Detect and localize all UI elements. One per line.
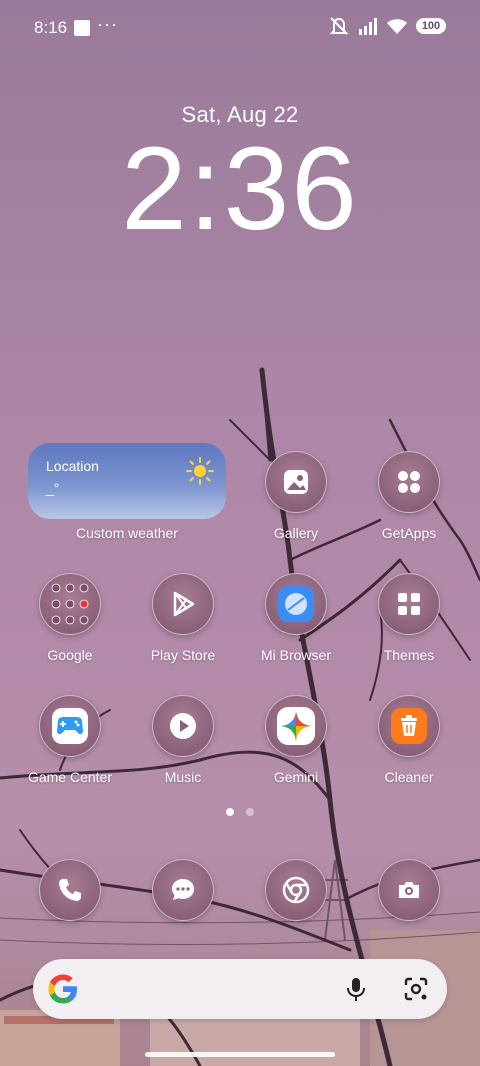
google-g-icon: [48, 974, 77, 1004]
app-gemini[interactable]: [265, 695, 327, 757]
chrome-icon: [282, 876, 310, 904]
app-gallery[interactable]: [265, 451, 327, 513]
dock-camera[interactable]: [378, 859, 440, 921]
folder-google[interactable]: [39, 573, 101, 635]
lock-clock[interactable]: 2:36: [0, 130, 480, 248]
lens-icon[interactable]: [403, 976, 429, 1002]
more-notifications-icon: ···: [97, 14, 118, 34]
app-label-gemini: Gemini: [273, 769, 319, 785]
notification-icon: [74, 20, 90, 36]
home-indicator[interactable]: [145, 1052, 335, 1057]
dock-messages[interactable]: [152, 859, 214, 921]
battery-icon: 100: [416, 18, 446, 34]
phone-icon: [59, 879, 81, 901]
dock-chrome[interactable]: [265, 859, 327, 921]
mi-browser-icon: [278, 586, 314, 622]
weather-temperature: _°: [46, 480, 60, 496]
weather-location: Location: [46, 458, 99, 474]
status-time: 8:16: [34, 18, 68, 37]
app-mi-browser[interactable]: [265, 573, 327, 635]
app-label-themes: Themes: [383, 647, 435, 663]
page-indicator: [0, 808, 480, 816]
google-search-bar[interactable]: [33, 959, 447, 1019]
app-game-center[interactable]: [39, 695, 101, 757]
app-label-google: Google: [47, 647, 93, 663]
gallery-icon: [284, 470, 308, 494]
music-play-icon: [170, 713, 196, 739]
app-label-music: Music: [164, 769, 202, 785]
mute-icon: [329, 17, 349, 35]
page-dot-2[interactable]: [246, 808, 254, 816]
getapps-icon: [398, 471, 420, 493]
wifi-icon: [387, 19, 407, 34]
sun-icon: [186, 457, 214, 485]
mic-icon[interactable]: [343, 976, 369, 1002]
app-label-getapps: GetApps: [381, 525, 437, 541]
status-bar: 8:16 ··· 100: [0, 0, 480, 56]
play-store-icon: [173, 591, 195, 617]
gemini-icon: [277, 707, 315, 745]
app-label-play-store: Play Store: [150, 647, 216, 663]
page-dot-1[interactable]: [226, 808, 234, 816]
app-label-mi-browser: Mi Browser: [260, 647, 331, 663]
app-play-store[interactable]: [152, 573, 214, 635]
messages-icon: [172, 879, 194, 900]
weather-widget-label: Custom weather: [76, 525, 178, 541]
game-controller-icon: [52, 708, 88, 744]
google-folder-icon: [51, 583, 89, 625]
app-music[interactable]: [152, 695, 214, 757]
app-themes[interactable]: [378, 573, 440, 635]
themes-icon: [398, 593, 420, 615]
app-label-gallery: Gallery: [273, 525, 319, 541]
camera-icon: [399, 882, 419, 898]
app-cleaner[interactable]: [378, 695, 440, 757]
signal-icon: [359, 18, 377, 35]
app-getapps[interactable]: [378, 451, 440, 513]
dock-phone[interactable]: [39, 859, 101, 921]
trash-icon: [391, 708, 427, 744]
app-label-game-center: Game Center: [27, 769, 113, 785]
weather-widget[interactable]: Location _°: [28, 443, 226, 519]
app-label-cleaner: Cleaner: [384, 769, 434, 785]
